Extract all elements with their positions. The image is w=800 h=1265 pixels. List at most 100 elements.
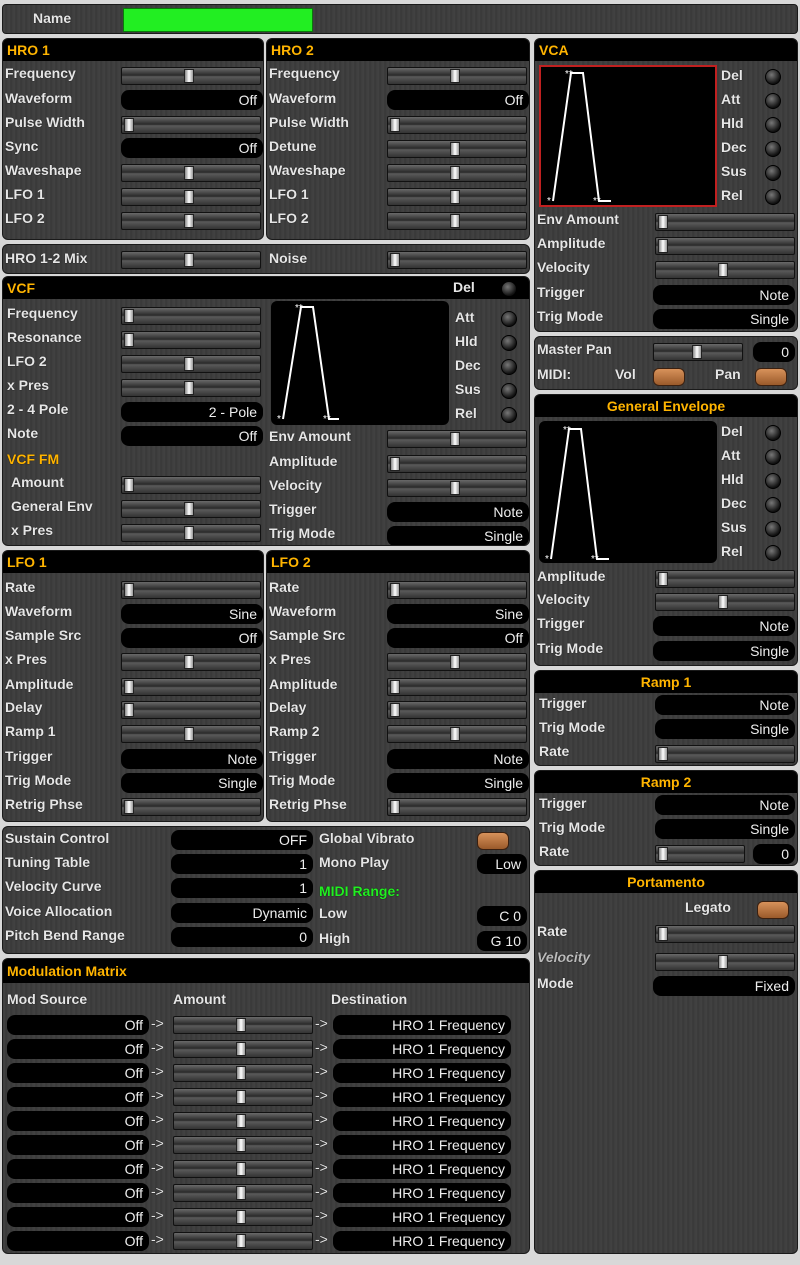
ramp2-rate-slider[interactable] — [655, 845, 745, 863]
mod-source-value[interactable]: Off — [7, 1135, 149, 1155]
mod-destination-value[interactable]: HRO 1 Frequency — [333, 1063, 511, 1083]
hro2-waveform-value[interactable]: Off — [387, 90, 529, 110]
vcf-pole-value[interactable]: 2 - Pole — [121, 402, 263, 422]
vcf-lfo2-slider[interactable] — [121, 355, 261, 373]
mod-amount-slider[interactable] — [173, 1184, 313, 1202]
vcf-x-pres-slider[interactable] — [121, 379, 261, 397]
genenv-att-knob[interactable] — [765, 449, 781, 465]
genenv-dec-knob[interactable] — [765, 497, 781, 513]
ramp1-rate-slider[interactable] — [655, 745, 795, 763]
lfo2-ramp-slider[interactable] — [387, 725, 527, 743]
hro2-waveshape-slider[interactable] — [387, 164, 527, 182]
name-field[interactable] — [123, 8, 313, 32]
ramp1-trigger-value[interactable]: Note — [655, 695, 795, 715]
hro-mix-slider[interactable] — [121, 251, 261, 269]
hro1-pulse-width-slider[interactable] — [121, 116, 261, 134]
midi-low-value[interactable]: C 0 — [477, 906, 527, 926]
vca-att-knob[interactable] — [765, 93, 781, 109]
mod-destination-value[interactable]: HRO 1 Frequency — [333, 1231, 511, 1251]
lfo1-waveform-value[interactable]: Sine — [121, 604, 263, 624]
vca-env-amount-slider[interactable] — [655, 213, 795, 231]
mod-source-value[interactable]: Off — [7, 1159, 149, 1179]
mono-play-value[interactable]: Low — [477, 854, 527, 874]
mod-destination-value[interactable]: HRO 1 Frequency — [333, 1183, 511, 1203]
lfo1-amplitude-slider[interactable] — [121, 678, 261, 696]
hro2-lfo2-slider[interactable] — [387, 212, 527, 230]
vcf-general-env-slider[interactable] — [121, 500, 261, 518]
vcf-fm-x-pres-slider[interactable] — [121, 524, 261, 542]
vcf-amplitude-slider[interactable] — [387, 455, 527, 473]
hro2-lfo1-slider[interactable] — [387, 188, 527, 206]
hro2-pulse-width-slider[interactable] — [387, 116, 527, 134]
vca-hld-knob[interactable] — [765, 117, 781, 133]
hro1-waveshape-slider[interactable] — [121, 164, 261, 182]
global-vibrato-toggle[interactable] — [477, 832, 509, 850]
lfo2-sample-src-value[interactable]: Off — [387, 628, 529, 648]
lfo1-sample-src-value[interactable]: Off — [121, 628, 263, 648]
mod-destination-value[interactable]: HRO 1 Frequency — [333, 1207, 511, 1227]
mod-amount-slider[interactable] — [173, 1136, 313, 1154]
vcf-frequency-slider[interactable] — [121, 307, 261, 325]
vcf-rel-knob[interactable] — [501, 407, 517, 423]
vcf-env-amount-slider[interactable] — [387, 430, 527, 448]
porta-rate-slider[interactable] — [655, 925, 795, 943]
pitch-bend-value[interactable]: 0 — [171, 927, 313, 947]
hro1-frequency-slider[interactable] — [121, 67, 261, 85]
mod-amount-slider[interactable] — [173, 1160, 313, 1178]
vcf-trig-mode-value[interactable]: Single — [387, 526, 529, 545]
voice-allocation-value[interactable]: Dynamic — [171, 903, 313, 923]
mod-amount-slider[interactable] — [173, 1232, 313, 1250]
mod-source-value[interactable]: Off — [7, 1039, 149, 1059]
vcf-envelope-display[interactable]: * ** ** — [271, 301, 449, 425]
genenv-velocity-slider[interactable] — [655, 593, 795, 611]
vcf-sus-knob[interactable] — [501, 383, 517, 399]
lfo2-x-pres-slider[interactable] — [387, 653, 527, 671]
genenv-sus-knob[interactable] — [765, 521, 781, 537]
lfo1-ramp-slider[interactable] — [121, 725, 261, 743]
vca-amplitude-slider[interactable] — [655, 237, 795, 255]
mod-amount-slider[interactable] — [173, 1040, 313, 1058]
vca-rel-knob[interactable] — [765, 189, 781, 205]
mod-destination-value[interactable]: HRO 1 Frequency — [333, 1111, 511, 1131]
lfo1-trig-mode-value[interactable]: Single — [121, 773, 263, 793]
hro1-sync-value[interactable]: Off — [121, 138, 263, 158]
mod-source-value[interactable]: Off — [7, 1207, 149, 1227]
lfo1-delay-slider[interactable] — [121, 701, 261, 719]
genenv-trigger-value[interactable]: Note — [653, 616, 795, 636]
vca-trigger-value[interactable]: Note — [653, 285, 795, 305]
vcf-note-value[interactable]: Off — [121, 426, 263, 446]
vca-del-knob[interactable] — [765, 69, 781, 85]
lfo1-rate-slider[interactable] — [121, 581, 261, 599]
mod-source-value[interactable]: Off — [7, 1063, 149, 1083]
mod-source-value[interactable]: Off — [7, 1111, 149, 1131]
mod-amount-slider[interactable] — [173, 1016, 313, 1034]
genenv-amplitude-slider[interactable] — [655, 570, 795, 588]
mod-amount-slider[interactable] — [173, 1064, 313, 1082]
vcf-del-knob[interactable] — [501, 281, 517, 297]
porta-velocity-slider[interactable] — [655, 953, 795, 971]
master-pan-slider[interactable] — [653, 343, 743, 361]
hro1-lfo1-slider[interactable] — [121, 188, 261, 206]
vcf-trigger-value[interactable]: Note — [387, 502, 529, 522]
genenv-rel-knob[interactable] — [765, 545, 781, 561]
genenv-del-knob[interactable] — [765, 425, 781, 441]
porta-mode-value[interactable]: Fixed — [653, 976, 795, 996]
lfo1-x-pres-slider[interactable] — [121, 653, 261, 671]
mod-destination-value[interactable]: HRO 1 Frequency — [333, 1159, 511, 1179]
ramp1-trig-mode-value[interactable]: Single — [655, 719, 795, 739]
vca-trig-mode-value[interactable]: Single — [653, 309, 795, 329]
vcf-velocity-slider[interactable] — [387, 479, 527, 497]
midi-pan-toggle[interactable] — [755, 368, 787, 386]
vca-velocity-slider[interactable] — [655, 261, 795, 279]
lfo2-delay-slider[interactable] — [387, 701, 527, 719]
mod-source-value[interactable]: Off — [7, 1087, 149, 1107]
mod-source-value[interactable]: Off — [7, 1183, 149, 1203]
vca-sus-knob[interactable] — [765, 165, 781, 181]
tuning-table-value[interactable]: 1 — [171, 854, 313, 874]
mod-destination-value[interactable]: HRO 1 Frequency — [333, 1015, 511, 1035]
mod-source-value[interactable]: Off — [7, 1231, 149, 1251]
ramp2-trigger-value[interactable]: Note — [655, 795, 795, 815]
lfo2-trig-mode-value[interactable]: Single — [387, 773, 529, 793]
vca-envelope-display[interactable]: * ** ** — [539, 65, 717, 207]
midi-high-value[interactable]: G 10 — [477, 931, 527, 951]
